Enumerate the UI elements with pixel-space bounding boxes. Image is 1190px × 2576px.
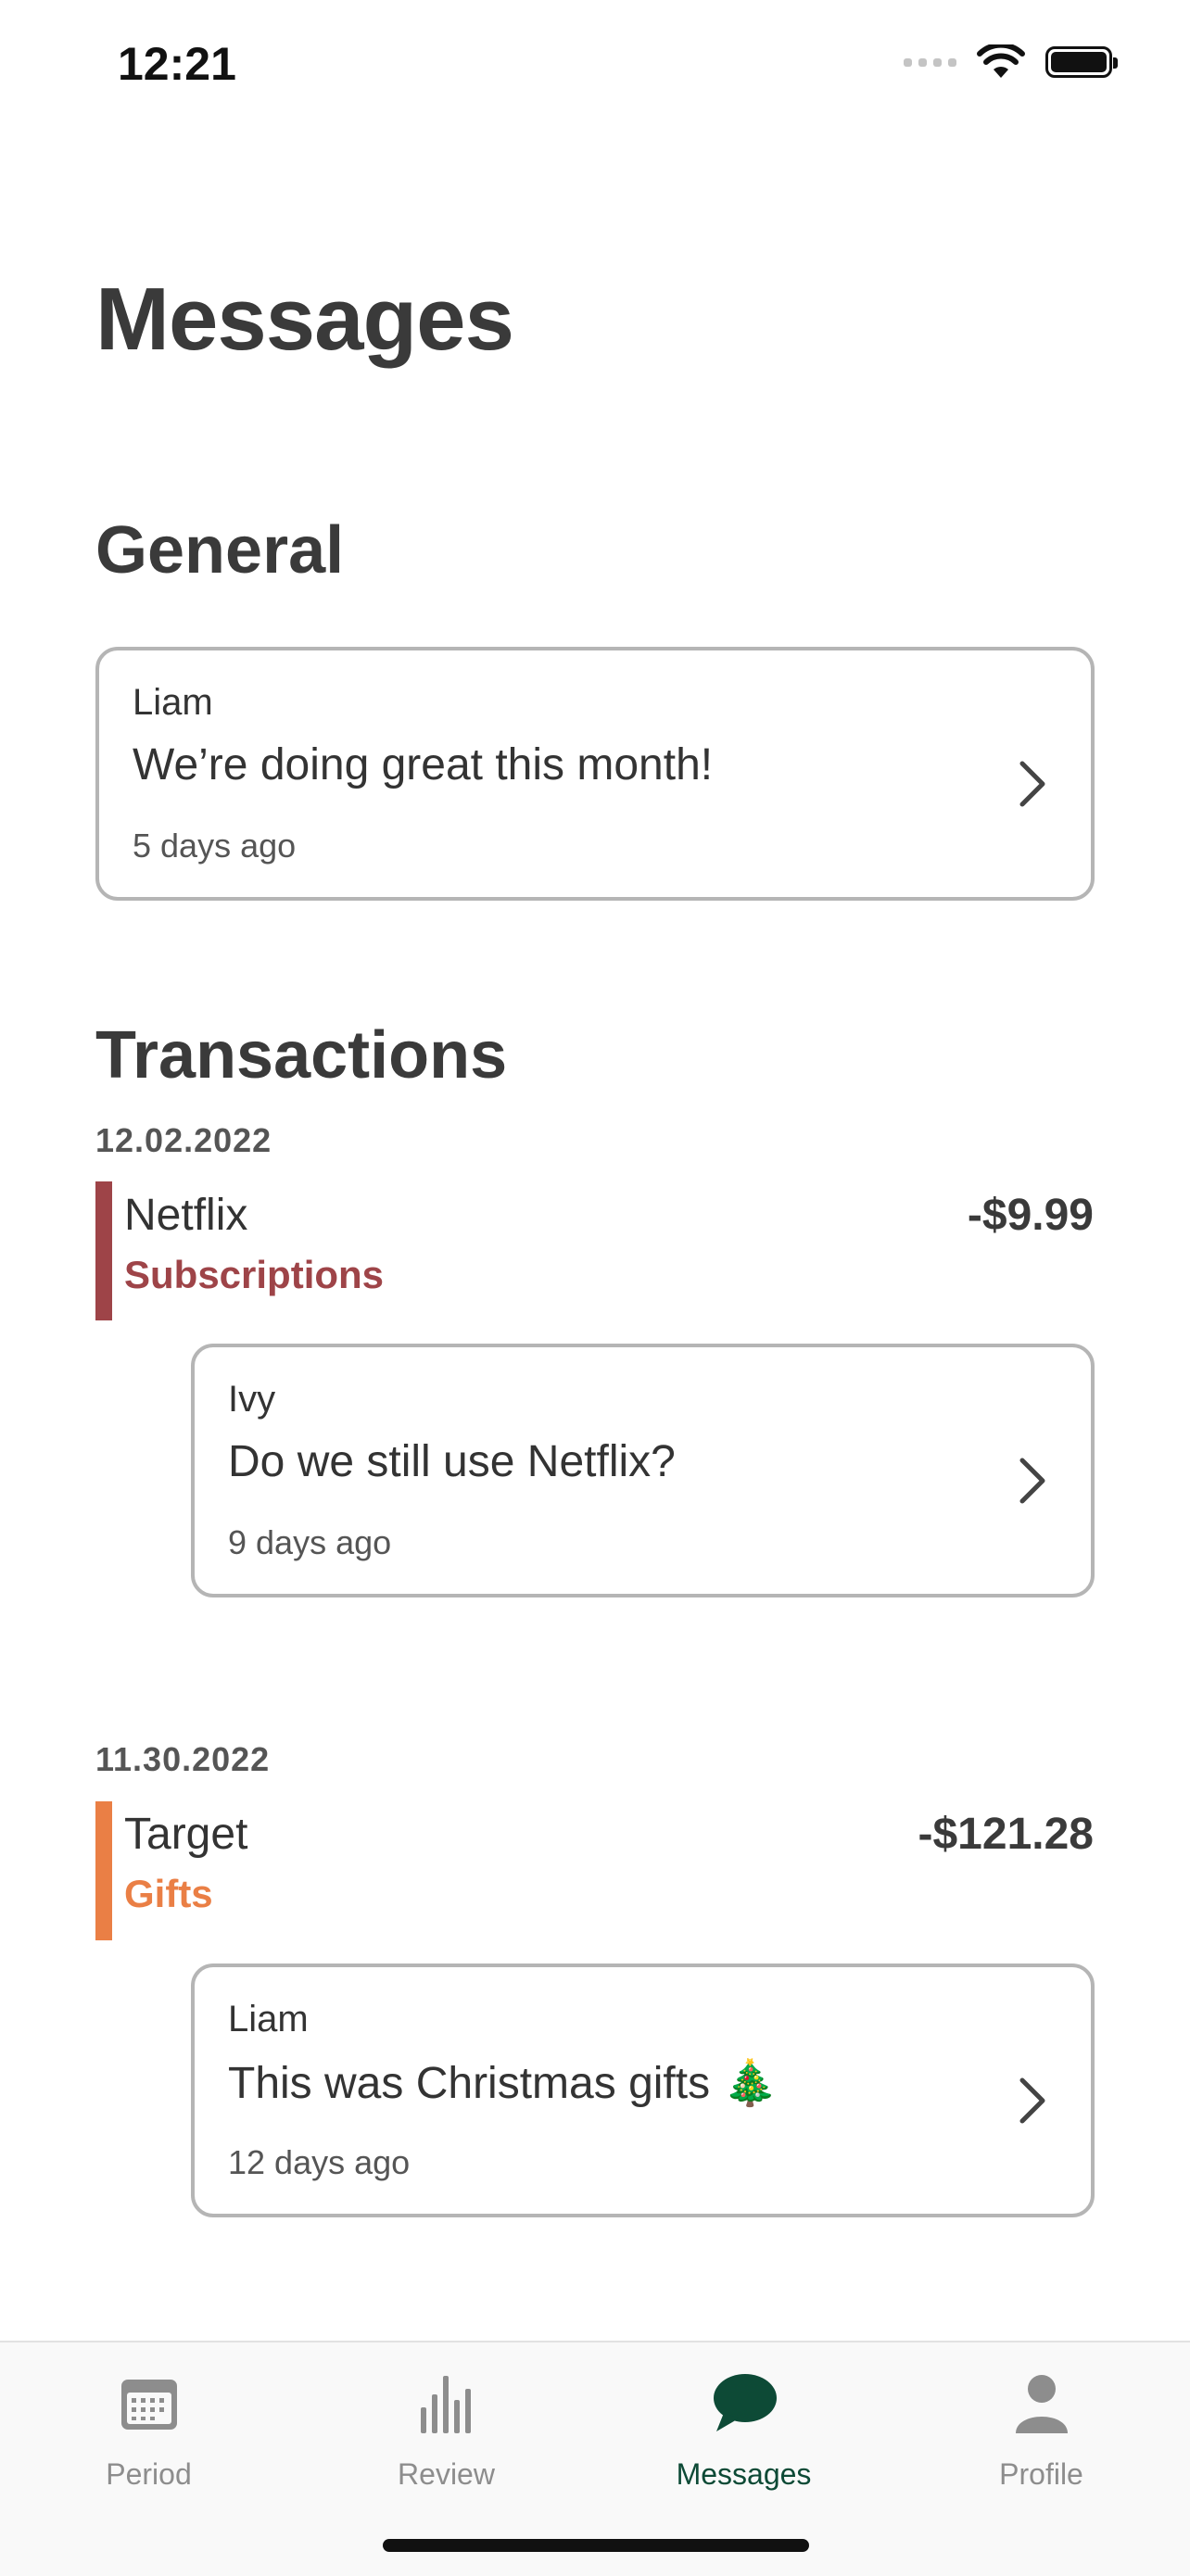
chevron-right-icon: [1019, 761, 1045, 807]
category-color-bar: [95, 1801, 112, 1940]
tab-label: Period: [106, 2457, 192, 2491]
chevron-right-icon: [1019, 1458, 1045, 1504]
message-text: This was Christmas gifts 🎄: [228, 2059, 779, 2108]
tab-label: Review: [398, 2457, 495, 2491]
battery-icon: [1045, 46, 1118, 78]
page-title: Messages: [95, 270, 514, 369]
message-card-transaction[interactable]: Liam This was Christmas gifts 🎄 12 days …: [191, 1964, 1095, 2217]
transactions-section-title: Transactions: [95, 1018, 508, 1092]
person-icon: [1015, 2375, 1068, 2433]
message-author: Liam: [228, 1999, 309, 2039]
calendar-icon: [120, 2380, 177, 2430]
message-card-general[interactable]: Liam We’re doing great this month! 5 day…: [95, 647, 1095, 901]
tab-label: Messages: [676, 2457, 812, 2491]
message-author: Ivy: [228, 1379, 276, 1420]
tab-review[interactable]: Review: [298, 2342, 595, 2509]
transaction-merchant[interactable]: Target: [124, 1809, 247, 1860]
message-author: Liam: [133, 682, 213, 723]
general-section-title: General: [95, 513, 345, 587]
status-bar: 12:21: [0, 0, 1190, 139]
transaction-date: 11.30.2022: [95, 1740, 271, 1778]
cellular-signal-icon: [904, 57, 956, 67]
status-icons: [904, 44, 1118, 80]
transaction-amount: -$121.28: [918, 1810, 1095, 1859]
bar-chart-icon: [420, 2376, 471, 2433]
category-color-bar: [95, 1181, 112, 1320]
message-time-ago: 12 days ago: [228, 2143, 411, 2181]
home-indicator: [383, 2539, 809, 2552]
tab-profile[interactable]: Profile: [892, 2342, 1190, 2509]
status-time: 12:21: [118, 38, 236, 90]
tab-period[interactable]: Period: [0, 2342, 298, 2509]
message-text: Do we still use Netflix?: [228, 1437, 676, 1486]
message-time-ago: 9 days ago: [228, 1523, 392, 1561]
tab-messages[interactable]: Messages: [595, 2342, 892, 2509]
tab-label: Profile: [999, 2457, 1083, 2491]
chat-bubble-icon: [713, 2374, 777, 2431]
transaction-merchant[interactable]: Netflix: [124, 1190, 247, 1241]
wifi-icon: [977, 44, 1025, 78]
message-text: We’re doing great this month!: [133, 740, 714, 789]
chevron-right-icon: [1019, 2077, 1045, 2124]
transaction-date: 12.02.2022: [95, 1121, 272, 1159]
message-card-transaction[interactable]: Ivy Do we still use Netflix? 9 days ago: [191, 1344, 1095, 1597]
transaction-category: Gifts: [124, 1872, 213, 1915]
transaction-amount: -$9.99: [967, 1191, 1094, 1240]
message-time-ago: 5 days ago: [133, 827, 297, 865]
transaction-category: Subscriptions: [124, 1253, 385, 1296]
